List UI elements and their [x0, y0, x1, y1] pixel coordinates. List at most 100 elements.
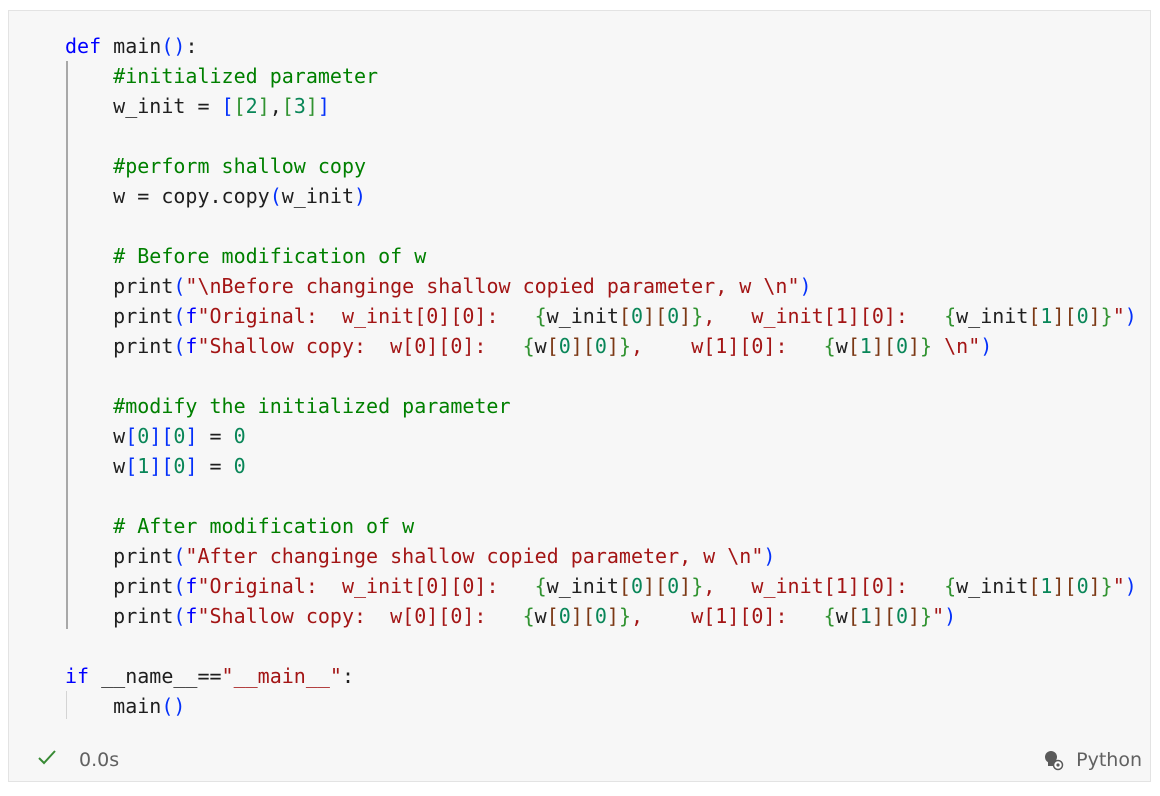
code-token: ]	[1052, 304, 1065, 328]
code-token: 0	[1076, 304, 1089, 328]
code-token: [	[655, 304, 668, 328]
code-line: #initialized parameter	[65, 61, 1137, 91]
code-token: main	[113, 34, 162, 58]
code-line: w[1][0] = 0	[65, 451, 1137, 481]
code-token: \n"	[932, 334, 981, 358]
code-token: w	[65, 454, 126, 478]
code-token: [	[1028, 574, 1041, 598]
code-token: 3	[293, 94, 306, 118]
code-token: ()	[161, 34, 186, 58]
code-line: ​	[65, 121, 1137, 151]
code-token: w_init	[956, 574, 1029, 598]
code-token: {	[534, 304, 547, 328]
code-token: 0	[630, 574, 644, 598]
code-token: 0	[594, 604, 607, 628]
code-token: "Shallow copy: w[0][0]:	[197, 604, 523, 628]
code-token: )	[799, 274, 812, 298]
execution-time: 0.0s	[79, 749, 120, 771]
code-token: ]	[871, 334, 884, 358]
code-token: [	[883, 604, 896, 628]
code-token: w	[835, 334, 848, 358]
code-token: #modify the initialized parameter	[65, 394, 511, 418]
code-line: #perform shallow copy	[65, 151, 1137, 181]
code-token: [	[233, 94, 246, 118]
code-token: {	[522, 334, 535, 358]
code-token: :	[341, 664, 355, 688]
code-token: 1	[1040, 574, 1053, 598]
code-token: }	[618, 334, 631, 358]
code-line: w[0][0] = 0	[65, 421, 1137, 451]
code-token: 0	[233, 454, 246, 478]
code-token: ]	[149, 454, 162, 478]
code-token: "Original: w_init[0][0]:	[197, 574, 535, 598]
code-line: print(f"Shallow copy: w[0][0]: {w[0][0]}…	[65, 601, 1137, 631]
code-token: [	[221, 94, 234, 118]
code-token: ]	[643, 304, 656, 328]
code-token: , w_init[1][0]:	[703, 574, 945, 598]
code-line: print(f"Original: w_init[0][0]: {w_init[…	[65, 571, 1137, 601]
code-token: "	[932, 604, 945, 628]
code-token: ]	[257, 94, 270, 118]
code-token: f	[185, 574, 198, 598]
code-token: 0	[667, 574, 680, 598]
code-line: main()	[65, 691, 1137, 721]
code-token: ]	[871, 604, 884, 628]
code-token: , w_init[1][0]:	[703, 304, 945, 328]
code-token: ]	[570, 334, 583, 358]
code-token: [	[847, 334, 860, 358]
code-line: ​	[65, 361, 1137, 391]
code-token: 1	[859, 604, 872, 628]
code-token: w = copy.copy	[65, 184, 270, 208]
code-token: 0	[667, 304, 680, 328]
code-token: #initialized parameter	[65, 64, 379, 88]
code-token: [	[655, 574, 668, 598]
code-token: [	[1064, 304, 1077, 328]
code-token: ]	[317, 94, 330, 118]
code-token: ]	[1088, 304, 1101, 328]
code-token: 0	[233, 424, 246, 448]
code-token: [	[161, 424, 174, 448]
code-token: ]	[149, 424, 162, 448]
code-token: 2	[245, 94, 258, 118]
code-token: }	[920, 604, 933, 628]
code-token: )	[763, 544, 776, 568]
code-line: ​	[65, 631, 1137, 661]
code-token: print	[65, 574, 174, 598]
code-token: {	[944, 574, 957, 598]
code-token: }	[618, 604, 631, 628]
code-token: }	[691, 574, 704, 598]
code-token: 0	[630, 304, 644, 328]
code-editor[interactable]: def main(): #initialized parameter w_ini…	[65, 31, 1137, 721]
code-token: w_init =	[65, 94, 222, 118]
code-token: ]	[1052, 574, 1065, 598]
code-token: "	[1112, 574, 1125, 598]
code-token: 1	[859, 334, 872, 358]
code-token: "	[1112, 304, 1125, 328]
code-token: =	[197, 454, 234, 478]
code-token: {	[534, 574, 547, 598]
code-line: if __name__=="__main__":	[65, 661, 1137, 691]
code-line: ​	[65, 481, 1137, 511]
code-line: print("After changinge shallow copied pa…	[65, 541, 1137, 571]
code-token: 1	[1040, 304, 1053, 328]
code-token: ]	[643, 574, 656, 598]
code-token: 0	[558, 334, 571, 358]
code-line: print("\nBefore changinge shallow copied…	[65, 271, 1137, 301]
code-token: [	[1064, 574, 1077, 598]
notebook-cell[interactable]: def main(): #initialized parameter w_ini…	[8, 10, 1151, 782]
code-line: w = copy.copy(w_init)	[65, 181, 1137, 211]
code-token: f	[185, 604, 198, 628]
code-line: print(f"Original: w_init[0][0]: {w_init[…	[65, 301, 1137, 331]
code-token: w_init	[546, 304, 619, 328]
code-token: w	[534, 334, 547, 358]
code-token: f	[185, 304, 198, 328]
code-token: )	[354, 184, 367, 208]
code-token: def	[65, 34, 114, 58]
kernel-indicator[interactable]: Python	[1042, 749, 1142, 771]
code-token: ]	[305, 94, 318, 118]
code-token: }	[1100, 304, 1113, 328]
code-token: [	[883, 334, 896, 358]
code-token: =	[197, 424, 234, 448]
code-token: ()	[161, 694, 186, 718]
code-token: , w[1][0]:	[631, 334, 824, 358]
